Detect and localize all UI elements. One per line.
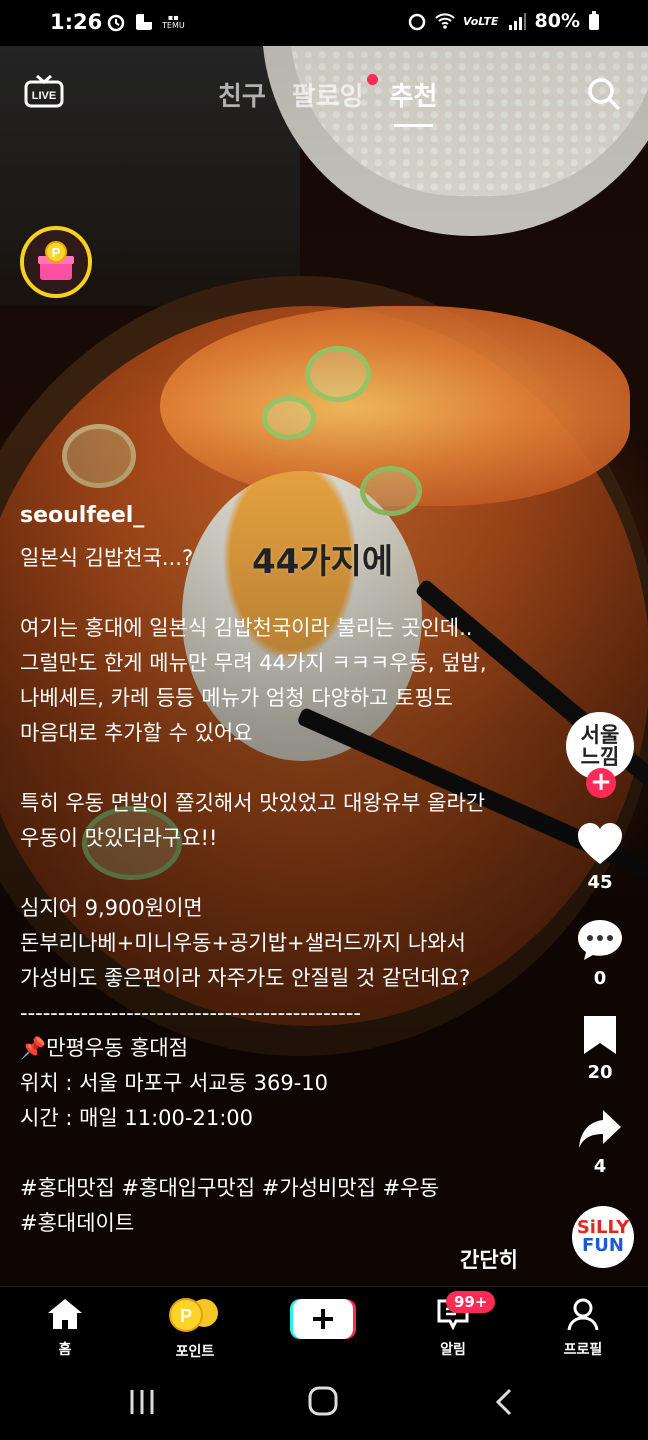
top-nav: LIVE 친구 팔로잉 추천 bbox=[0, 46, 648, 136]
tab-following-label: 팔로잉 bbox=[291, 82, 364, 112]
caption-line: 심지어 9,900원이면 bbox=[20, 896, 203, 920]
inbox-badge: 99+ bbox=[446, 1291, 496, 1313]
comment-button[interactable]: 0 bbox=[562, 918, 638, 989]
recent-apps-icon[interactable] bbox=[128, 1386, 156, 1418]
tab-following[interactable]: 팔로잉 bbox=[291, 74, 378, 113]
alarm-icon bbox=[408, 13, 426, 31]
svg-text:P: P bbox=[180, 1306, 192, 1326]
music-disc[interactable]: SiLLY FUN bbox=[572, 1206, 634, 1268]
comment-count: 0 bbox=[593, 968, 607, 989]
bottom-nav: 홈 P 포인트 알림 99+ 프로필 bbox=[0, 1286, 648, 1367]
share-arrow-icon bbox=[579, 1110, 621, 1148]
nav-home[interactable]: 홈 bbox=[20, 1297, 110, 1359]
caption-line: 우동이 맛있더라구요!! bbox=[20, 826, 218, 850]
clock: 1:26 bbox=[50, 10, 103, 34]
app-notification-icon bbox=[136, 14, 152, 30]
caption-line: 위치 : 서울 마포구 서교동 369-10 bbox=[20, 1071, 329, 1095]
hashtags[interactable]: #홍대데이트 bbox=[20, 1206, 540, 1241]
system-nav-bar bbox=[0, 1366, 648, 1440]
battery-percent: 80% bbox=[534, 10, 580, 32]
caption-line: 일본식 김밥천국...? bbox=[20, 546, 194, 570]
caption-line: 시간 : 매일 11:00-21:00 bbox=[20, 1106, 253, 1130]
volte-label: VoLTE bbox=[463, 14, 499, 28]
tab-friends[interactable]: 친구 bbox=[218, 76, 266, 113]
caption-line: 마음대로 추가할 수 있어요 bbox=[20, 721, 253, 745]
like-button[interactable]: 45 bbox=[562, 822, 638, 893]
home-button-icon[interactable] bbox=[306, 1384, 340, 1418]
action-rail: 서울 느낌 + 45 0 20 4 bbox=[562, 712, 638, 1177]
nav-profile[interactable]: 프로필 bbox=[538, 1297, 628, 1359]
summary-button[interactable]: 간단히 bbox=[460, 1244, 518, 1274]
save-count: 20 bbox=[587, 1062, 613, 1083]
nav-points[interactable]: P 포인트 bbox=[150, 1297, 240, 1361]
like-count: 45 bbox=[587, 872, 613, 893]
svg-text:P: P bbox=[52, 245, 61, 260]
caption-line: 가성비도 좋은편이라 자주가도 안질릴 것 같던데요? bbox=[20, 966, 471, 990]
nav-label: 포인트 bbox=[175, 1344, 215, 1360]
signal-icon bbox=[508, 13, 526, 30]
plus-icon bbox=[290, 1299, 356, 1339]
coin-icon: P bbox=[169, 1298, 218, 1332]
creator-avatar-wrap: 서울 느낌 + bbox=[562, 712, 638, 812]
search-icon[interactable] bbox=[586, 76, 622, 112]
back-icon[interactable] bbox=[492, 1386, 516, 1418]
home-icon bbox=[48, 1299, 82, 1329]
save-button[interactable]: 20 bbox=[562, 1014, 638, 1083]
tab-for-you[interactable]: 추천 bbox=[390, 76, 437, 127]
alarm-icon bbox=[107, 14, 125, 32]
feed-tabs: 친구 팔로잉 추천 bbox=[218, 74, 437, 127]
avatar-text: 느낌 bbox=[580, 745, 620, 769]
profile-icon bbox=[567, 1298, 599, 1331]
post-username[interactable]: seoulfeel_ bbox=[20, 498, 540, 533]
share-button[interactable]: 4 bbox=[562, 1108, 638, 1177]
nav-label: 홈 bbox=[58, 1342, 72, 1358]
avatar-text: 서울 bbox=[580, 723, 620, 747]
temu-label: TEMU bbox=[162, 21, 185, 30]
caption-line: 그럴만도 한게 메뉴만 무려 44가지 ㅋㅋㅋ우동, 덮밥, bbox=[20, 651, 487, 675]
battery-icon bbox=[589, 11, 599, 30]
hashtags[interactable]: #홍대맛집 #홍대입구맛집 #가성비맛집 #우동 bbox=[20, 1171, 540, 1206]
heart-icon bbox=[578, 823, 622, 864]
wifi-icon bbox=[435, 13, 455, 29]
nav-label: 프로필 bbox=[563, 1342, 603, 1358]
live-icon[interactable]: LIVE bbox=[24, 74, 64, 108]
caption-line: 돈부리나베+미니우동+공기밥+샐러드까지 나와서 bbox=[20, 931, 466, 955]
post-caption: seoulfeel_ 일본식 김밥천국...? 여기는 홍대에 일본식 김밥천국… bbox=[20, 498, 540, 1241]
bookmark-icon bbox=[584, 1016, 616, 1054]
caption-line: 여기는 홍대에 일본식 김밥천국이라 불리는 곳인데.. bbox=[20, 616, 473, 640]
music-disc-text: FUN bbox=[582, 1235, 624, 1256]
gift-coin-icon: P bbox=[38, 241, 74, 280]
create-post-button[interactable] bbox=[290, 1297, 356, 1341]
status-bar: 1:26 ▪▪ TEMU VoLTE 80% bbox=[0, 0, 648, 46]
new-content-dot bbox=[366, 74, 378, 85]
nav-label: 알림 bbox=[440, 1342, 466, 1358]
caption-line: 나베세트, 카레 등등 메뉴가 엄청 다양하고 토핑도 bbox=[20, 686, 454, 710]
reward-coin-button[interactable]: P bbox=[20, 226, 92, 298]
caption-divider: ----------------------------------------… bbox=[20, 1001, 361, 1025]
temu-notification-icon: ▪▪ TEMU bbox=[162, 13, 185, 30]
comment-icon bbox=[578, 920, 622, 960]
caption-line: 📌만평우동 홍대점 bbox=[20, 1036, 189, 1060]
follow-button[interactable]: + bbox=[586, 768, 616, 798]
caption-line: 특히 우동 면발이 쫄깃해서 맛있었고 대왕유부 올라간 bbox=[20, 791, 486, 815]
share-count: 4 bbox=[593, 1156, 607, 1177]
live-label: LIVE bbox=[32, 90, 56, 102]
